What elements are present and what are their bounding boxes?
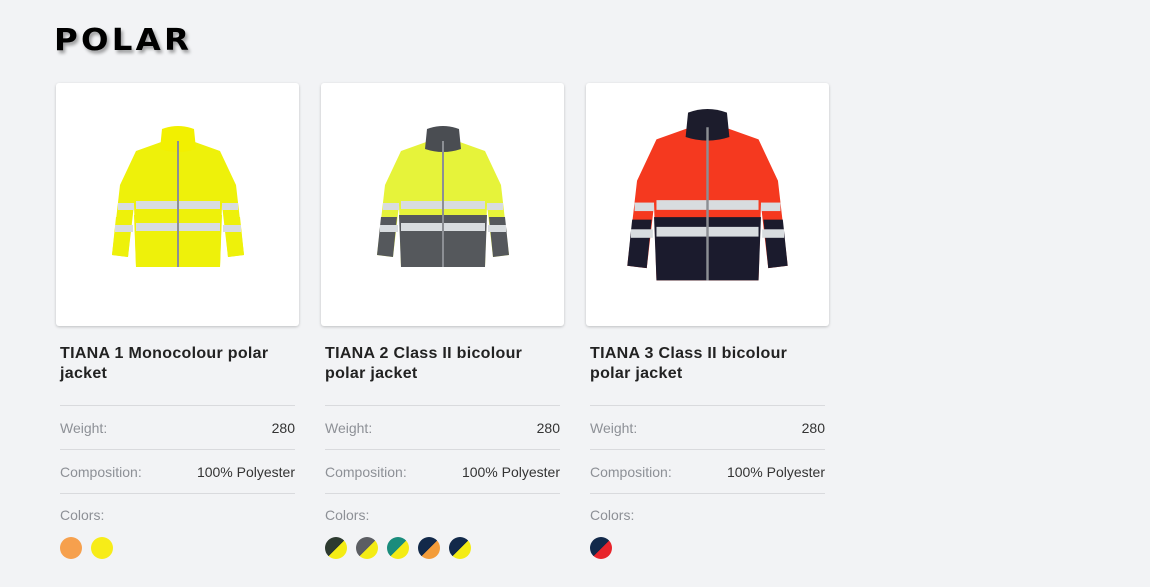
brand-logo: POLAR xyxy=(54,23,193,58)
color-swatch-yellow[interactable] xyxy=(91,537,113,559)
product-image[interactable] xyxy=(321,83,564,326)
weight-value: 280 xyxy=(271,419,295,436)
colors-row: Colors: xyxy=(60,493,295,559)
composition-row: Composition: 100% Polyester xyxy=(60,449,295,493)
color-swatch-teal-yellow[interactable] xyxy=(387,537,409,559)
product-title[interactable]: TIANA 3 Class II bicolour polar jacket xyxy=(590,344,825,384)
product-card: TIANA 3 Class II bicolour polar jacket W… xyxy=(586,83,829,559)
color-swatch-navy-yellow[interactable] xyxy=(449,537,471,559)
product-image[interactable] xyxy=(56,83,299,326)
product-image[interactable] xyxy=(586,83,829,326)
color-swatch-dark-green-yellow[interactable] xyxy=(325,537,347,559)
composition-label: Composition: xyxy=(590,463,672,480)
yellow-hi-vis-jacket-icon xyxy=(111,125,244,267)
product-card: TIANA 1 Monocolour polar jacket Weight: … xyxy=(56,83,299,559)
red-navy-hi-vis-jacket-icon xyxy=(627,108,788,280)
yellow-grey-hi-vis-jacket-icon xyxy=(376,125,509,267)
color-swatch-grey-yellow[interactable] xyxy=(356,537,378,559)
weight-label: Weight: xyxy=(60,419,108,436)
product-card: TIANA 2 Class II bicolour polar jacket W… xyxy=(321,83,564,559)
weight-value: 280 xyxy=(801,419,825,436)
colors-row: Colors: xyxy=(325,493,560,559)
product-specs: Weight: 280 Composition: 100% Polyester … xyxy=(325,405,560,559)
weight-row: Weight: 280 xyxy=(325,405,560,449)
colors-label: Colors: xyxy=(325,507,370,523)
composition-value: 100% Polyester xyxy=(726,463,825,480)
color-swatch-navy-orange[interactable] xyxy=(418,537,440,559)
composition-label: Composition: xyxy=(60,463,142,480)
composition-row: Composition: 100% Polyester xyxy=(325,449,560,493)
product-specs: Weight: 280 Composition: 100% Polyester … xyxy=(60,405,295,559)
product-title[interactable]: TIANA 1 Monocolour polar jacket xyxy=(60,344,295,384)
product-grid: TIANA 1 Monocolour polar jacket Weight: … xyxy=(56,83,829,559)
composition-row: Composition: 100% Polyester xyxy=(590,449,825,493)
product-title[interactable]: TIANA 2 Class II bicolour polar jacket xyxy=(325,344,560,384)
color-swatch-navy-red[interactable] xyxy=(590,537,612,559)
weight-label: Weight: xyxy=(325,419,373,436)
color-swatches xyxy=(590,537,825,559)
colors-row: Colors: xyxy=(590,493,825,559)
color-swatch-orange[interactable] xyxy=(60,537,82,559)
weight-label: Weight: xyxy=(590,419,638,436)
composition-value: 100% Polyester xyxy=(461,463,560,480)
color-swatches xyxy=(325,537,560,559)
weight-row: Weight: 280 xyxy=(590,405,825,449)
weight-row: Weight: 280 xyxy=(60,405,295,449)
product-specs: Weight: 280 Composition: 100% Polyester … xyxy=(590,405,825,559)
colors-label: Colors: xyxy=(60,507,105,523)
composition-label: Composition: xyxy=(325,463,407,480)
composition-value: 100% Polyester xyxy=(196,463,295,480)
weight-value: 280 xyxy=(536,419,560,436)
color-swatches xyxy=(60,537,295,559)
colors-label: Colors: xyxy=(590,507,635,523)
